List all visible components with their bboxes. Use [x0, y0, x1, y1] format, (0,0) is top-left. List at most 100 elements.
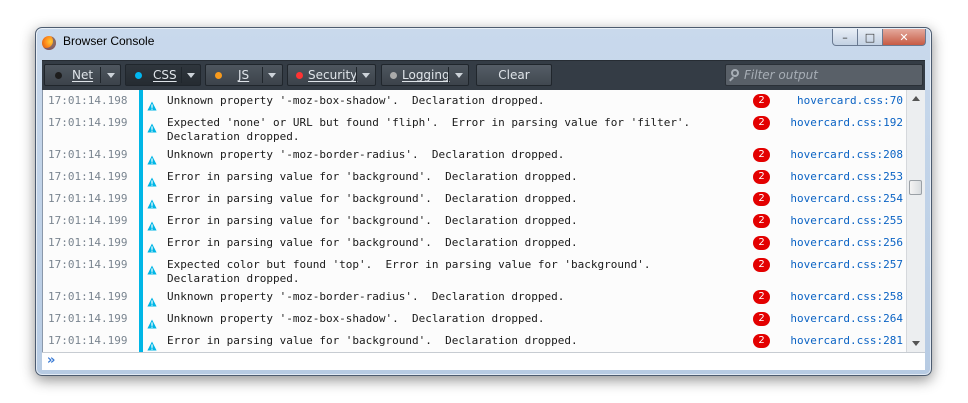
repeat-count-badge: 2: [753, 148, 770, 162]
message-row: 17:01:14.199 Expected color but found 'to…: [43, 254, 906, 286]
message-text: Error in parsing value for 'background'.…: [167, 192, 578, 205]
separator: [100, 67, 101, 83]
message-timestamp: 17:01:14.199: [48, 312, 128, 325]
css-filter-button[interactable]: CSS: [125, 64, 201, 86]
warning-icon: [147, 150, 157, 165]
css-filter-label: CSS: [153, 68, 177, 82]
scrollbar-thumb[interactable]: [909, 180, 922, 195]
message-row: 17:01:14.199 Expected 'none' or URL but f…: [43, 112, 906, 144]
maximize-button[interactable]: □: [858, 29, 883, 46]
warning-icon: [147, 292, 157, 307]
console-input[interactable]: [64, 354, 921, 368]
scroll-up-arrow-icon[interactable]: [912, 96, 920, 101]
message-row: 17:01:14.198 Unknown property '-moz-box-s…: [43, 90, 906, 112]
message-text: Unknown property '-moz-border-radius'. D…: [167, 148, 565, 161]
js-filter-label: JS: [238, 68, 250, 82]
message-row: 17:01:14.199 Unknown property '-moz-box-s…: [43, 308, 906, 330]
close-button[interactable]: ✕: [883, 29, 926, 46]
warning-icon: [147, 118, 157, 133]
search-icon: [731, 69, 739, 77]
repeat-count-badge: 2: [753, 214, 770, 228]
css-category-marker: [139, 232, 143, 254]
warning-icon: [147, 96, 157, 111]
minimize-button[interactable]: –: [832, 29, 858, 46]
message-timestamp: 17:01:14.199: [48, 258, 128, 271]
browser-console-window: Browser Console – □ ✕ Net CSS JS Securit…: [35, 27, 932, 376]
message-text: Error in parsing value for 'background'.…: [167, 170, 578, 183]
source-location-link[interactable]: hovercard.css:192: [790, 116, 903, 129]
css-category-marker: [139, 210, 143, 232]
warning-icon: [147, 238, 157, 253]
message-row: 17:01:14.199 Unknown property '-moz-borde…: [43, 286, 906, 308]
message-text: Unknown property '-moz-box-shadow'. Decl…: [167, 94, 545, 107]
css-dropdown-icon[interactable]: [187, 73, 195, 78]
source-location-link[interactable]: hovercard.css:264: [790, 312, 903, 325]
source-location-link[interactable]: hovercard.css:208: [790, 148, 903, 161]
message-timestamp: 17:01:14.199: [48, 116, 128, 129]
separator: [356, 67, 357, 83]
net-dot-icon: [55, 72, 62, 79]
prompt-chevron-icon: »: [47, 353, 56, 368]
css-category-marker: [139, 308, 143, 330]
repeat-count-badge: 2: [753, 192, 770, 206]
message-timestamp: 17:01:14.199: [48, 334, 128, 347]
source-location-link[interactable]: hovercard.css:281: [790, 334, 903, 347]
net-dropdown-icon[interactable]: [107, 73, 115, 78]
js-filter-button[interactable]: JS: [205, 64, 283, 86]
title-bar[interactable]: Browser Console – □ ✕: [36, 28, 931, 57]
css-category-marker: [139, 330, 143, 352]
logging-filter-label: Logging: [402, 68, 450, 82]
warning-icon: [147, 216, 157, 231]
message-text: Unknown property '-moz-box-shadow'. Decl…: [167, 312, 545, 325]
css-category-marker: [139, 112, 143, 144]
message-timestamp: 17:01:14.199: [48, 214, 128, 227]
repeat-count-badge: 2: [753, 170, 770, 184]
css-category-marker: [139, 166, 143, 188]
net-filter-button[interactable]: Net: [44, 64, 121, 86]
message-text: Unknown property '-moz-border-radius'. D…: [167, 290, 565, 303]
css-category-marker: [139, 90, 143, 112]
filter-output-input[interactable]: [744, 66, 916, 83]
logging-dropdown-icon[interactable]: [455, 73, 463, 78]
scroll-down-arrow-icon[interactable]: [912, 341, 920, 346]
net-filter-label: Net: [72, 68, 94, 82]
message-row: 17:01:14.199 Unknown property '-moz-borde…: [43, 144, 906, 166]
security-filter-button[interactable]: Security: [287, 64, 376, 86]
message-timestamp: 17:01:14.199: [48, 170, 128, 183]
vertical-scrollbar[interactable]: [906, 90, 925, 352]
console-input-bar[interactable]: »: [42, 352, 925, 370]
message-text: Expected color but found 'top'. Error in…: [167, 258, 651, 285]
message-text: Error in parsing value for 'background'.…: [167, 236, 578, 249]
warning-icon: [147, 314, 157, 329]
filter-box[interactable]: [725, 64, 923, 86]
source-location-link[interactable]: hovercard.css:255: [790, 214, 903, 227]
message-timestamp: 17:01:14.199: [48, 192, 128, 205]
message-timestamp: 17:01:14.199: [48, 290, 128, 303]
js-dot-icon: [215, 72, 222, 79]
repeat-count-badge: 2: [753, 94, 770, 108]
logging-dot-icon: [390, 72, 397, 79]
source-location-link[interactable]: hovercard.css:258: [790, 290, 903, 303]
security-dropdown-icon[interactable]: [362, 73, 370, 78]
message-text: Error in parsing value for 'background'.…: [167, 214, 578, 227]
repeat-count-badge: 2: [753, 312, 770, 326]
repeat-count-badge: 2: [753, 290, 770, 304]
message-row: 17:01:14.199 Error in parsing value for '…: [43, 210, 906, 232]
message-timestamp: 17:01:14.199: [48, 236, 128, 249]
css-category-marker: [139, 254, 143, 286]
source-location-link[interactable]: hovercard.css:254: [790, 192, 903, 205]
clear-button[interactable]: Clear: [476, 64, 552, 86]
source-location-link[interactable]: hovercard.css:257: [790, 258, 903, 271]
source-location-link[interactable]: hovercard.css:253: [790, 170, 903, 183]
warning-icon: [147, 172, 157, 187]
source-location-link[interactable]: hovercard.css:256: [790, 236, 903, 249]
js-dropdown-icon[interactable]: [268, 73, 276, 78]
message-timestamp: 17:01:14.199: [48, 148, 128, 161]
window-title: Browser Console: [63, 34, 155, 48]
warning-icon: [147, 194, 157, 209]
security-filter-label: Security: [308, 68, 358, 82]
source-location-link[interactable]: hovercard.css:70: [797, 94, 903, 107]
logging-filter-button[interactable]: Logging: [381, 64, 469, 86]
separator: [181, 67, 182, 83]
separator: [448, 67, 449, 83]
